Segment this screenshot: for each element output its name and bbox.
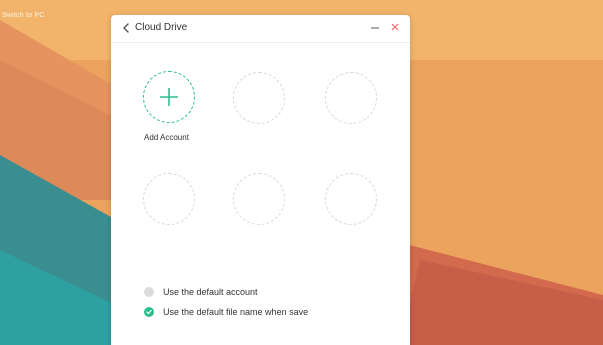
cloud-drive-window: Cloud Drive Add Account Use the default … xyxy=(111,15,410,345)
option-label: Use the default account xyxy=(163,287,258,297)
close-icon[interactable] xyxy=(390,22,400,34)
unchecked-circle-icon[interactable] xyxy=(144,287,154,297)
account-slot-empty xyxy=(325,72,377,124)
switch-to-pc-label[interactable]: Switch to PC xyxy=(2,12,44,19)
account-slot-empty xyxy=(325,173,377,225)
desktop: Switch to PC Cloud Drive Add Account Use… xyxy=(0,0,603,345)
account-slot-empty xyxy=(233,72,285,124)
plus-icon xyxy=(160,88,178,106)
checked-circle-icon[interactable] xyxy=(144,307,154,317)
titlebar: Cloud Drive xyxy=(111,15,410,43)
account-slot-empty xyxy=(233,173,285,225)
default-account-option[interactable]: Use the default account xyxy=(144,285,258,299)
add-account-button[interactable] xyxy=(143,71,195,123)
chevron-left-icon[interactable] xyxy=(121,21,131,35)
add-account-label: Add Account xyxy=(144,133,189,142)
default-filename-option[interactable]: Use the default file name when save xyxy=(144,305,308,319)
option-label: Use the default file name when save xyxy=(163,307,309,317)
account-slot-empty xyxy=(143,173,195,225)
window-title: Cloud Drive xyxy=(135,22,188,33)
minimize-icon[interactable] xyxy=(370,22,380,34)
